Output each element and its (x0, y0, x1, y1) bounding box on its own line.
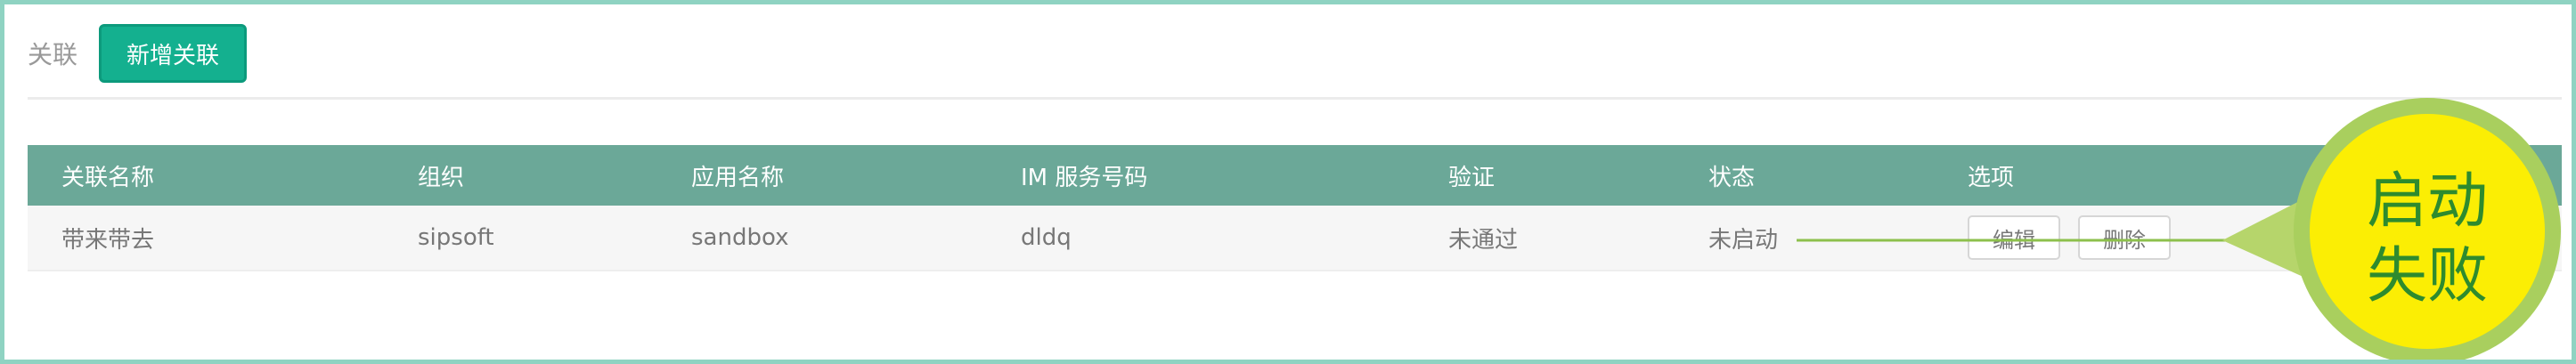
page-frame: 关联 新增关联 关联名称 组织 应用名称 IM 服务号码 验证 状态 选项 带来… (0, 0, 2576, 364)
annotation-text: 启动 失败 (2356, 165, 2499, 314)
annotation-text-line1: 启动 (2366, 166, 2488, 237)
annotation-callout (1797, 98, 2561, 360)
annotation-text-line2: 失败 (2366, 241, 2488, 311)
